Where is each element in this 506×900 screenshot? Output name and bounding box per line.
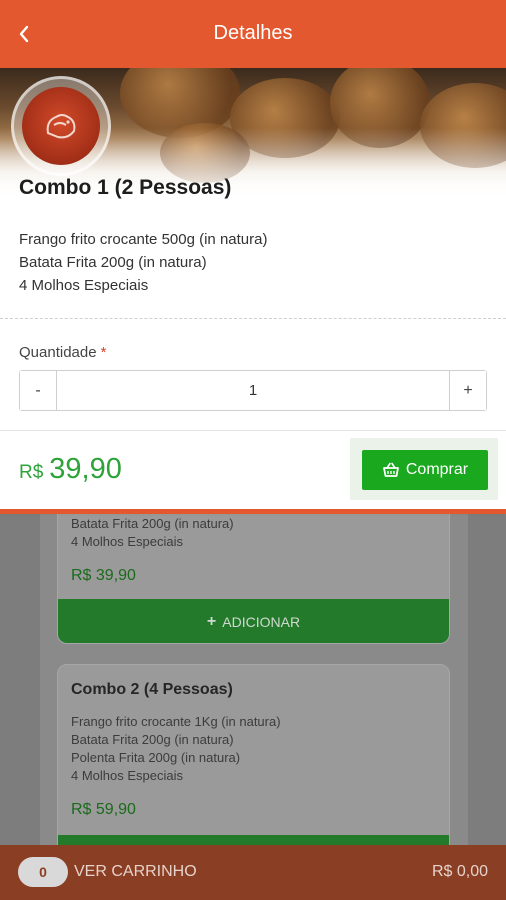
product-description-line: Batata Frita 200g (in natura) <box>71 732 234 747</box>
quantity-label: Quantidade * <box>19 344 106 361</box>
background-column-left <box>0 512 40 852</box>
divider <box>0 430 506 431</box>
product-title: Combo 2 (4 Pessoas) <box>71 681 233 698</box>
background-column-right <box>468 512 506 852</box>
restaurant-logo <box>11 76 111 176</box>
page-title: Detalhes <box>213 22 293 44</box>
increment-button[interactable]: + <box>449 371 486 410</box>
view-cart-label: VER CARRINHO <box>74 863 197 880</box>
dashed-divider <box>0 318 506 319</box>
product-card: Combo 2 (4 Pessoas) Frango frito crocant… <box>57 664 450 864</box>
cart-bar[interactable]: 0 VER CARRINHO R$ 0,00 <box>0 845 506 900</box>
price-currency: R$ <box>19 462 44 483</box>
product-price: R$ 39,90 <box>19 453 122 486</box>
chicken-logo-icon <box>46 114 76 139</box>
description-line: Frango frito crocante 500g (in natura) <box>19 231 268 248</box>
description-line: Batata Frita 200g (in natura) <box>19 254 207 271</box>
product-description-line: Polenta Frita 200g (in natura) <box>71 750 241 765</box>
shopping-basket-icon <box>382 462 399 477</box>
product-description-line: 4 Molhos Especiais <box>71 534 183 549</box>
quantity-value[interactable]: 1 <box>57 371 449 410</box>
product-price: R$ 59,90 <box>71 801 136 818</box>
plus-icon: + <box>206 613 217 630</box>
add-to-cart-label: ADICIONAR <box>222 614 301 630</box>
cart-count-badge: 0 <box>18 857 68 887</box>
buy-button[interactable]: Comprar <box>362 450 488 490</box>
product-description: Frango frito crocante 500g (in natura) B… <box>19 228 267 297</box>
buy-button-label: Comprar <box>405 461 469 478</box>
quantity-stepper: - 1 + <box>19 370 487 411</box>
product-detail-panel: Combo 1 (2 Pessoas) Frango frito crocant… <box>0 68 506 510</box>
cart-total: R$ 0,00 <box>431 863 488 880</box>
add-to-cart-button[interactable]: + ADICIONAR <box>58 599 449 643</box>
required-mark: * <box>100 344 107 361</box>
panel-accent-line <box>0 509 506 514</box>
buy-button-container: Comprar <box>350 438 498 500</box>
price-value: 39,90 <box>49 453 122 485</box>
quantity-label-text: Quantidade <box>19 344 97 361</box>
decrement-button[interactable]: - <box>20 371 57 410</box>
app-header: Detalhes <box>0 0 506 68</box>
product-description-line: Frango frito crocante 1Kg (in natura) <box>71 714 281 729</box>
product-description-line: 4 Molhos Especiais <box>71 768 183 783</box>
product-description-line: Batata Frita 200g (in natura) <box>71 516 234 531</box>
product-title: Combo 1 (2 Pessoas) <box>19 176 232 199</box>
description-line: 4 Molhos Especiais <box>19 277 149 294</box>
product-price: R$ 39,90 <box>71 567 136 584</box>
